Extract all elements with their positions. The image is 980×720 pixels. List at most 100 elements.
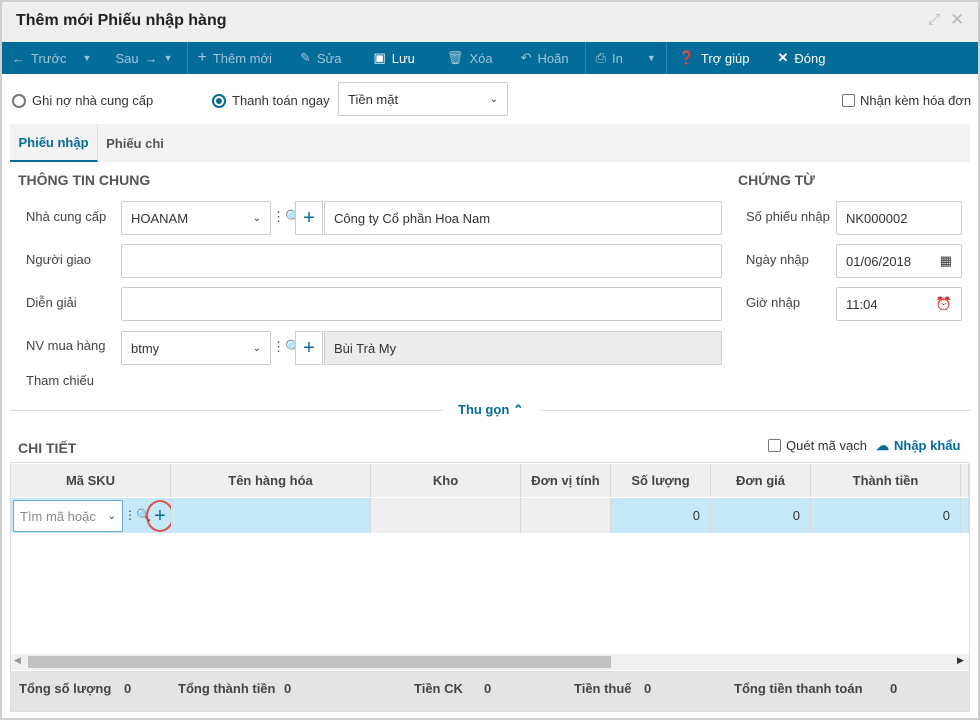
column-header-sku: Mã SKU (11, 464, 171, 497)
add-supplier-button[interactable]: + (295, 201, 323, 235)
tax-value: 0 (644, 681, 652, 696)
caret-down-icon: ▼ (163, 53, 173, 63)
time-field[interactable]: 11:04 ⏰ (836, 287, 962, 321)
print-label: In (611, 50, 623, 66)
import-button[interactable]: ☁ Nhập khẩu (876, 438, 960, 454)
date-label: Ngày nhập (746, 252, 809, 267)
column-header-warehouse: Kho (371, 464, 521, 497)
toolbar: ← Trước ▼ Sau → ▼ + Thêm mới ✎ Sửa ▣ Lưu 🗑 Xóa ↶… (2, 42, 978, 74)
date-field[interactable]: 01/06/2018 ▦ (836, 244, 962, 278)
add-buyer-button[interactable]: + (295, 331, 323, 365)
debt-radio[interactable]: Ghi nợ nhà cung cấp (12, 93, 153, 108)
description-label: Diễn giải (26, 295, 77, 310)
collapse-button[interactable]: Thu gọn ⌃ (442, 402, 540, 418)
general-heading: THÔNG TIN CHUNG (18, 172, 151, 188)
deliverer-field[interactable] (121, 244, 722, 278)
plus-icon: + (303, 336, 315, 359)
column-header-quantity: Số lượng (611, 464, 711, 497)
add-product-button[interactable]: + (146, 500, 174, 532)
table-row-extra-cell (961, 498, 969, 533)
add-button[interactable]: + Thêm mới (188, 42, 282, 74)
delete-button[interactable]: 🗑 Xóa (425, 42, 503, 74)
calendar-icon[interactable]: ▦ (940, 253, 952, 269)
table-row-unit-cell (521, 498, 611, 533)
print-button[interactable]: ⎙ In ▼ (586, 42, 666, 74)
total-payment-label: Tổng tiền thanh toán (734, 681, 863, 696)
time-label: Giờ nhập (746, 295, 801, 310)
maximize-icon[interactable]: ⤢ (928, 11, 940, 28)
supplier-code-select[interactable]: HOANAM ⌄ (121, 201, 271, 235)
caret-down-icon: ▼ (82, 53, 92, 63)
pay-now-radio[interactable]: Thanh toán ngay (212, 93, 330, 108)
add-label: Thêm mới (212, 50, 272, 66)
radio-selected-icon (212, 93, 226, 108)
next-button[interactable]: Sau → ▼ (101, 42, 182, 74)
voucher-no-label: Số phiếu nhập (746, 209, 830, 224)
horizontal-scrollbar[interactable]: ◀ ▶ (11, 654, 969, 670)
pay-now-label: Thanh toán ngay (232, 93, 330, 108)
column-header-extra (961, 464, 969, 497)
payment-method-value: Tiền mặt (348, 91, 399, 107)
caret-down-icon: ▼ (646, 53, 656, 63)
tax-label: Tiền thuế (574, 681, 632, 696)
scrollbar-thumb[interactable] (28, 656, 611, 668)
undo-icon: ↶ (520, 50, 532, 65)
scan-label: Quét mã vạch (786, 438, 867, 453)
total-quantity-label: Tổng số lượng (19, 681, 112, 696)
invoice-checkbox[interactable]: Nhận kèm hóa đơn (842, 93, 971, 108)
debt-label: Ghi nợ nhà cung cấp (32, 93, 154, 108)
plus-icon: + (197, 49, 207, 66)
tab-phieu-nhap[interactable]: Phiếu nhập (10, 124, 98, 162)
prev-button[interactable]: ← Trước ▼ (2, 42, 101, 74)
help-button[interactable]: ❓ Trợ giúp (667, 42, 760, 74)
chevron-down-icon: ⌄ (107, 510, 116, 522)
reference-label: Tham chiếu (26, 373, 94, 388)
voucher-no-field[interactable]: NK000002 (836, 201, 962, 235)
pencil-icon: ✎ (299, 50, 311, 65)
next-label: Sau (115, 50, 139, 66)
supplier-name-field[interactable]: Công ty Cổ phần Hoa Nam (324, 201, 722, 235)
dialog-title: Thêm mới Phiếu nhập hàng (16, 12, 227, 29)
buyer-name-field: Bùi Trà My (324, 331, 722, 365)
arrow-left-icon: ← (12, 50, 25, 66)
buyer-code-select[interactable]: btmy ⌄ (121, 331, 271, 365)
help-icon: ❓ (678, 50, 695, 65)
discount-value: 0 (484, 681, 492, 696)
tab-phieu-chi[interactable]: Phiếu chi (100, 124, 170, 162)
save-icon: ▣ (373, 50, 386, 65)
table-row-amount-cell: 0 (811, 498, 961, 533)
sku-placeholder: Tìm mã hoặc (20, 508, 96, 524)
column-header-unit: Đơn vị tính (521, 464, 611, 497)
time-value: 11:04 (846, 296, 878, 312)
table-row-price-cell[interactable]: 0 (711, 498, 811, 533)
undo-button[interactable]: ↶ Hoãn (503, 42, 579, 74)
total-amount-value: 0 (284, 681, 292, 696)
table-row-name-cell[interactable] (171, 498, 371, 533)
collapse-label: Thu gọn (458, 402, 510, 417)
arrow-right-icon: → (144, 50, 158, 66)
table-row-quantity-cell[interactable]: 0 (611, 498, 711, 533)
sku-search-input[interactable]: Tìm mã hoặc ⌄ (13, 500, 123, 532)
close-button[interactable]: ✕ Đóng (759, 42, 835, 74)
voucher-heading: CHỨNG TỪ (738, 172, 815, 188)
import-label: Nhập khẩu (894, 438, 961, 453)
plus-icon: + (154, 504, 166, 527)
clock-icon[interactable]: ⏰ (936, 296, 952, 312)
total-quantity-value: 0 (124, 681, 132, 696)
description-field[interactable] (121, 287, 722, 321)
edit-button[interactable]: ✎ Sửa (282, 42, 352, 74)
title-bar: Thêm mới Phiếu nhập hàng ⤢ ✕ (2, 2, 978, 42)
scan-barcode-checkbox[interactable]: Quét mã vạch (768, 438, 867, 453)
save-label: Lưu (391, 50, 415, 66)
payment-method-select[interactable]: Tiền mặt ⌄ (338, 82, 508, 116)
scroll-right-icon[interactable]: ▶ (957, 655, 964, 666)
close-icon[interactable]: ✕ (950, 10, 964, 30)
buyer-label: NV mua hàng (26, 338, 106, 353)
scroll-left-icon[interactable]: ◀ (14, 655, 21, 666)
save-button[interactable]: ▣ Lưu (351, 42, 424, 74)
table-row-warehouse-cell (371, 498, 521, 533)
column-header-name: Tên hàng hóa (171, 464, 371, 497)
trash-icon: 🗑 (446, 50, 464, 65)
detail-heading: CHI TIẾT (18, 440, 77, 456)
total-amount-label: Tổng thành tiền (178, 681, 276, 696)
